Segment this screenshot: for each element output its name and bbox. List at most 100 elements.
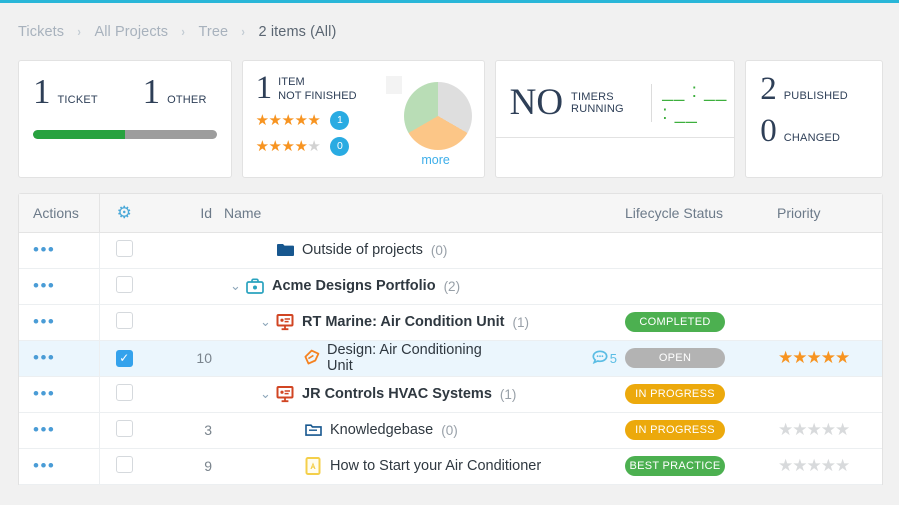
more-actions-icon[interactable]: ••• bbox=[33, 240, 55, 259]
header-priority[interactable]: Priority bbox=[772, 194, 882, 233]
more-actions-icon[interactable]: ••• bbox=[33, 348, 55, 367]
changed-group: 0 CHANGED bbox=[760, 114, 882, 147]
row-checkbox-cell[interactable] bbox=[99, 232, 149, 268]
items-pie-chart bbox=[403, 82, 472, 150]
header-id[interactable]: Id bbox=[149, 194, 224, 233]
row-checkbox-cell[interactable]: ✓ bbox=[99, 340, 149, 376]
priority-star[interactable]: ★ bbox=[778, 348, 793, 368]
breadcrumb: Tickets › All Projects › Tree › 2 items (All) bbox=[0, 3, 899, 60]
priority-star[interactable]: ★ bbox=[835, 456, 850, 476]
task-ribbon-icon bbox=[302, 349, 320, 367]
ticket-count-group: 1 TICKET bbox=[33, 74, 98, 108]
header-settings[interactable]: ⚙ bbox=[99, 194, 149, 233]
item-label-line1: ITEM bbox=[278, 76, 305, 88]
priority-star[interactable]: ★ bbox=[821, 420, 836, 440]
table-row[interactable]: ••• ⌄ JR Controls HVAC Systems (1) IN PROGRE… bbox=[19, 376, 882, 412]
row-child-count: (1) bbox=[499, 386, 517, 402]
breadcrumb-item-1[interactable]: All Projects bbox=[94, 24, 168, 40]
table-header: Actions ⚙ Id Name Lifecycle Status Prior… bbox=[19, 194, 882, 233]
row-name[interactable]: Design: Air Conditioning Unit bbox=[327, 342, 496, 374]
breadcrumb-item-0[interactable]: Tickets bbox=[18, 24, 64, 40]
row-child-count: (0) bbox=[441, 422, 458, 438]
priority-star[interactable]: ★ bbox=[835, 348, 850, 368]
priority-star[interactable]: ★ bbox=[778, 456, 793, 476]
priority-stars[interactable]: ★ ★ ★ ★ ★ bbox=[778, 456, 882, 476]
header-name[interactable]: Name bbox=[224, 194, 617, 233]
item-label: ITEM NOT FINISHED bbox=[278, 74, 357, 104]
priority-star[interactable]: ★ bbox=[807, 420, 822, 440]
row-checkbox[interactable]: ✓ bbox=[115, 349, 133, 367]
row-checkbox[interactable] bbox=[115, 455, 133, 473]
status-badge[interactable]: IN PROGRESS bbox=[625, 420, 725, 440]
folder-solid-icon bbox=[275, 243, 295, 257]
table-row[interactable]: ••• ✓ 10 Design: Air Conditioning Unit 5 OPEN… bbox=[19, 340, 882, 376]
table-row[interactable]: ••• ⌄ RT Marine: Air Condition Unit (1) COMP… bbox=[19, 304, 882, 340]
priority-star[interactable]: ★ bbox=[792, 456, 807, 476]
rating-row-5[interactable]: ★ ★ ★ ★ ★ 1 bbox=[256, 110, 384, 130]
row-id: 9 bbox=[204, 458, 212, 474]
header-actions: Actions bbox=[19, 194, 100, 233]
row-checkbox[interactable] bbox=[115, 419, 133, 437]
row-checkbox-cell[interactable] bbox=[99, 268, 149, 304]
status-badge[interactable]: OPEN bbox=[625, 348, 725, 368]
gear-icon[interactable]: ⚙ bbox=[117, 203, 132, 222]
priority-star[interactable]: ★ bbox=[821, 348, 836, 368]
table-row[interactable]: ••• 3 Knowledgebase (0) IN PROGRESS ★ ★ ★ ★ ★ bbox=[19, 412, 882, 448]
priority-star[interactable]: ★ bbox=[792, 348, 807, 368]
rating-row-4[interactable]: ★ ★ ★ ★ ★ 0 bbox=[256, 136, 384, 156]
row-name-cell: How to Start your Air Conditioner bbox=[224, 448, 617, 484]
expand-chevron-icon[interactable]: ⌄ bbox=[260, 386, 275, 402]
row-name[interactable]: How to Start your Air Conditioner bbox=[330, 458, 541, 474]
priority-star[interactable]: ★ bbox=[807, 348, 822, 368]
more-actions-icon[interactable]: ••• bbox=[33, 456, 55, 475]
row-checkbox[interactable] bbox=[115, 239, 133, 257]
expand-chevron-icon[interactable]: ⌄ bbox=[260, 314, 275, 330]
status-badge[interactable]: IN PROGRESS bbox=[625, 384, 725, 404]
row-name[interactable]: JR Controls HVAC Systems bbox=[302, 386, 492, 402]
row-checkbox-cell[interactable] bbox=[99, 412, 149, 448]
row-name[interactable]: RT Marine: Air Condition Unit bbox=[302, 314, 504, 330]
row-name[interactable]: Outside of projects bbox=[302, 242, 423, 258]
priority-star[interactable]: ★ bbox=[807, 456, 822, 476]
more-actions-icon[interactable]: ••• bbox=[33, 420, 55, 439]
row-actions-cell[interactable]: ••• bbox=[19, 232, 100, 268]
row-priority-cell bbox=[772, 232, 882, 268]
row-name[interactable]: Acme Designs Portfolio bbox=[272, 278, 436, 294]
priority-star[interactable]: ★ bbox=[792, 420, 807, 440]
expand-chevron-icon[interactable]: ⌄ bbox=[230, 278, 245, 294]
priority-stars[interactable]: ★ ★ ★ ★ ★ bbox=[778, 420, 882, 440]
row-actions-cell[interactable]: ••• bbox=[19, 412, 100, 448]
row-status-cell: IN PROGRESS bbox=[617, 412, 772, 448]
table-row[interactable]: ••• ⌄ Acme Designs Portfolio (2) bbox=[19, 268, 882, 304]
pie-more-link[interactable]: more bbox=[400, 153, 472, 167]
priority-star[interactable]: ★ bbox=[821, 456, 836, 476]
comment-count-group[interactable]: 5 bbox=[592, 349, 617, 367]
project-board-icon bbox=[275, 313, 295, 331]
row-checkbox[interactable] bbox=[115, 311, 133, 329]
more-actions-icon[interactable]: ••• bbox=[33, 384, 55, 403]
row-checkbox-cell[interactable] bbox=[99, 304, 149, 340]
row-actions-cell[interactable]: ••• bbox=[19, 448, 100, 484]
status-badge[interactable]: COMPLETED bbox=[625, 312, 725, 332]
priority-stars[interactable]: ★ ★ ★ ★ ★ bbox=[778, 348, 882, 368]
row-actions-cell[interactable]: ••• bbox=[19, 376, 100, 412]
more-actions-icon[interactable]: ••• bbox=[33, 276, 55, 295]
breadcrumb-item-2[interactable]: Tree bbox=[199, 24, 229, 40]
status-badge[interactable]: BEST PRACTICE bbox=[625, 456, 725, 476]
row-actions-cell[interactable]: ••• bbox=[19, 304, 100, 340]
row-checkbox-cell[interactable] bbox=[99, 376, 149, 412]
row-checkbox[interactable] bbox=[115, 383, 133, 401]
row-actions-cell[interactable]: ••• bbox=[19, 268, 100, 304]
row-priority-cell bbox=[772, 304, 882, 340]
row-actions-cell[interactable]: ••• bbox=[19, 340, 100, 376]
priority-star[interactable]: ★ bbox=[835, 420, 850, 440]
more-actions-icon[interactable]: ••• bbox=[33, 312, 55, 331]
table-row[interactable]: ••• Outside of projects (0) bbox=[19, 232, 882, 268]
row-checkbox[interactable] bbox=[115, 275, 133, 293]
row-name[interactable]: Knowledgebase bbox=[330, 422, 433, 438]
tickets-stat-card: 1 TICKET 1 OTHER bbox=[18, 60, 232, 178]
row-checkbox-cell[interactable] bbox=[99, 448, 149, 484]
header-lifecycle-status[interactable]: Lifecycle Status bbox=[617, 194, 772, 233]
priority-star[interactable]: ★ bbox=[778, 420, 793, 440]
table-row[interactable]: ••• 9 How to Start your Air Conditioner BES… bbox=[19, 448, 882, 484]
